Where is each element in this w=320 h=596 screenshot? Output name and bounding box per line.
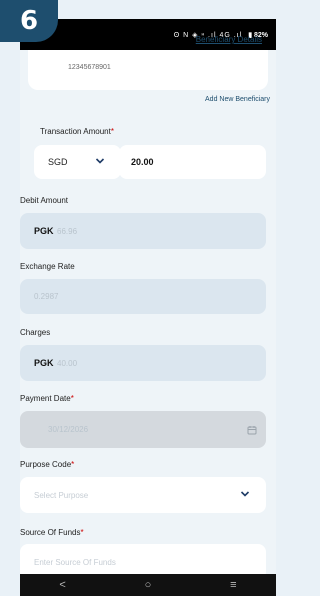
charges-field: PGK 40.00 [20, 345, 266, 381]
debit-amount-field: PGK 66.96 [20, 213, 266, 249]
phone-screen: ʘ N ◈ ᵸ .ıl 4G .ıl ▮ 82% Beneficiary Det… [20, 19, 276, 596]
source-of-funds-placeholder: Enter Source Of Funds [34, 558, 116, 567]
beneficiary-account-number: 12345678901 [68, 64, 111, 71]
currency-select-value: SGD [48, 157, 68, 167]
payment-date-value: 30/12/2026 [48, 425, 89, 434]
debit-currency: PGK [34, 226, 54, 236]
purpose-code-placeholder: Select Purpose [34, 491, 89, 500]
purpose-code-select[interactable]: Select Purpose [20, 477, 266, 513]
payment-date-field[interactable]: 30/12/2026 [20, 411, 266, 448]
payment-date-label: Payment Date* [20, 394, 74, 403]
nav-back-button[interactable]: < [59, 579, 65, 591]
beneficiary-details-link[interactable]: Beneficiary Details [196, 35, 262, 44]
exchange-rate-label: Exchange Rate [20, 262, 75, 271]
transaction-amount-input[interactable]: 20.00 [119, 145, 266, 179]
android-nav-bar: < ○ ≡ [20, 574, 276, 596]
chevron-down-icon [95, 157, 105, 167]
exchange-rate-field: 0.2987 [20, 279, 266, 314]
currency-select[interactable]: SGD [34, 145, 121, 179]
source-of-funds-label: Source Of Funds* [20, 528, 84, 537]
step-badge: 6 [0, 0, 58, 42]
transaction-amount-value: 20.00 [131, 157, 154, 167]
add-new-beneficiary-link[interactable]: Add New Beneficiary [205, 96, 270, 103]
charges-label: Charges [20, 328, 51, 337]
step-number: 6 [19, 6, 39, 36]
debit-amount-label: Debit Amount [20, 196, 69, 205]
exchange-rate-value: 0.2987 [34, 292, 59, 301]
transaction-amount-label: Transaction Amount* [40, 127, 114, 136]
nav-recents-button[interactable]: ≡ [230, 579, 236, 591]
charges-value: 40.00 [57, 359, 78, 368]
purpose-code-label: Purpose Code* [20, 460, 75, 469]
nav-home-button[interactable]: ○ [145, 579, 152, 591]
debit-amount-value: 66.96 [57, 227, 78, 236]
charges-currency: PGK [34, 358, 54, 368]
chevron-down-icon [240, 490, 250, 500]
calendar-icon[interactable] [247, 425, 257, 435]
